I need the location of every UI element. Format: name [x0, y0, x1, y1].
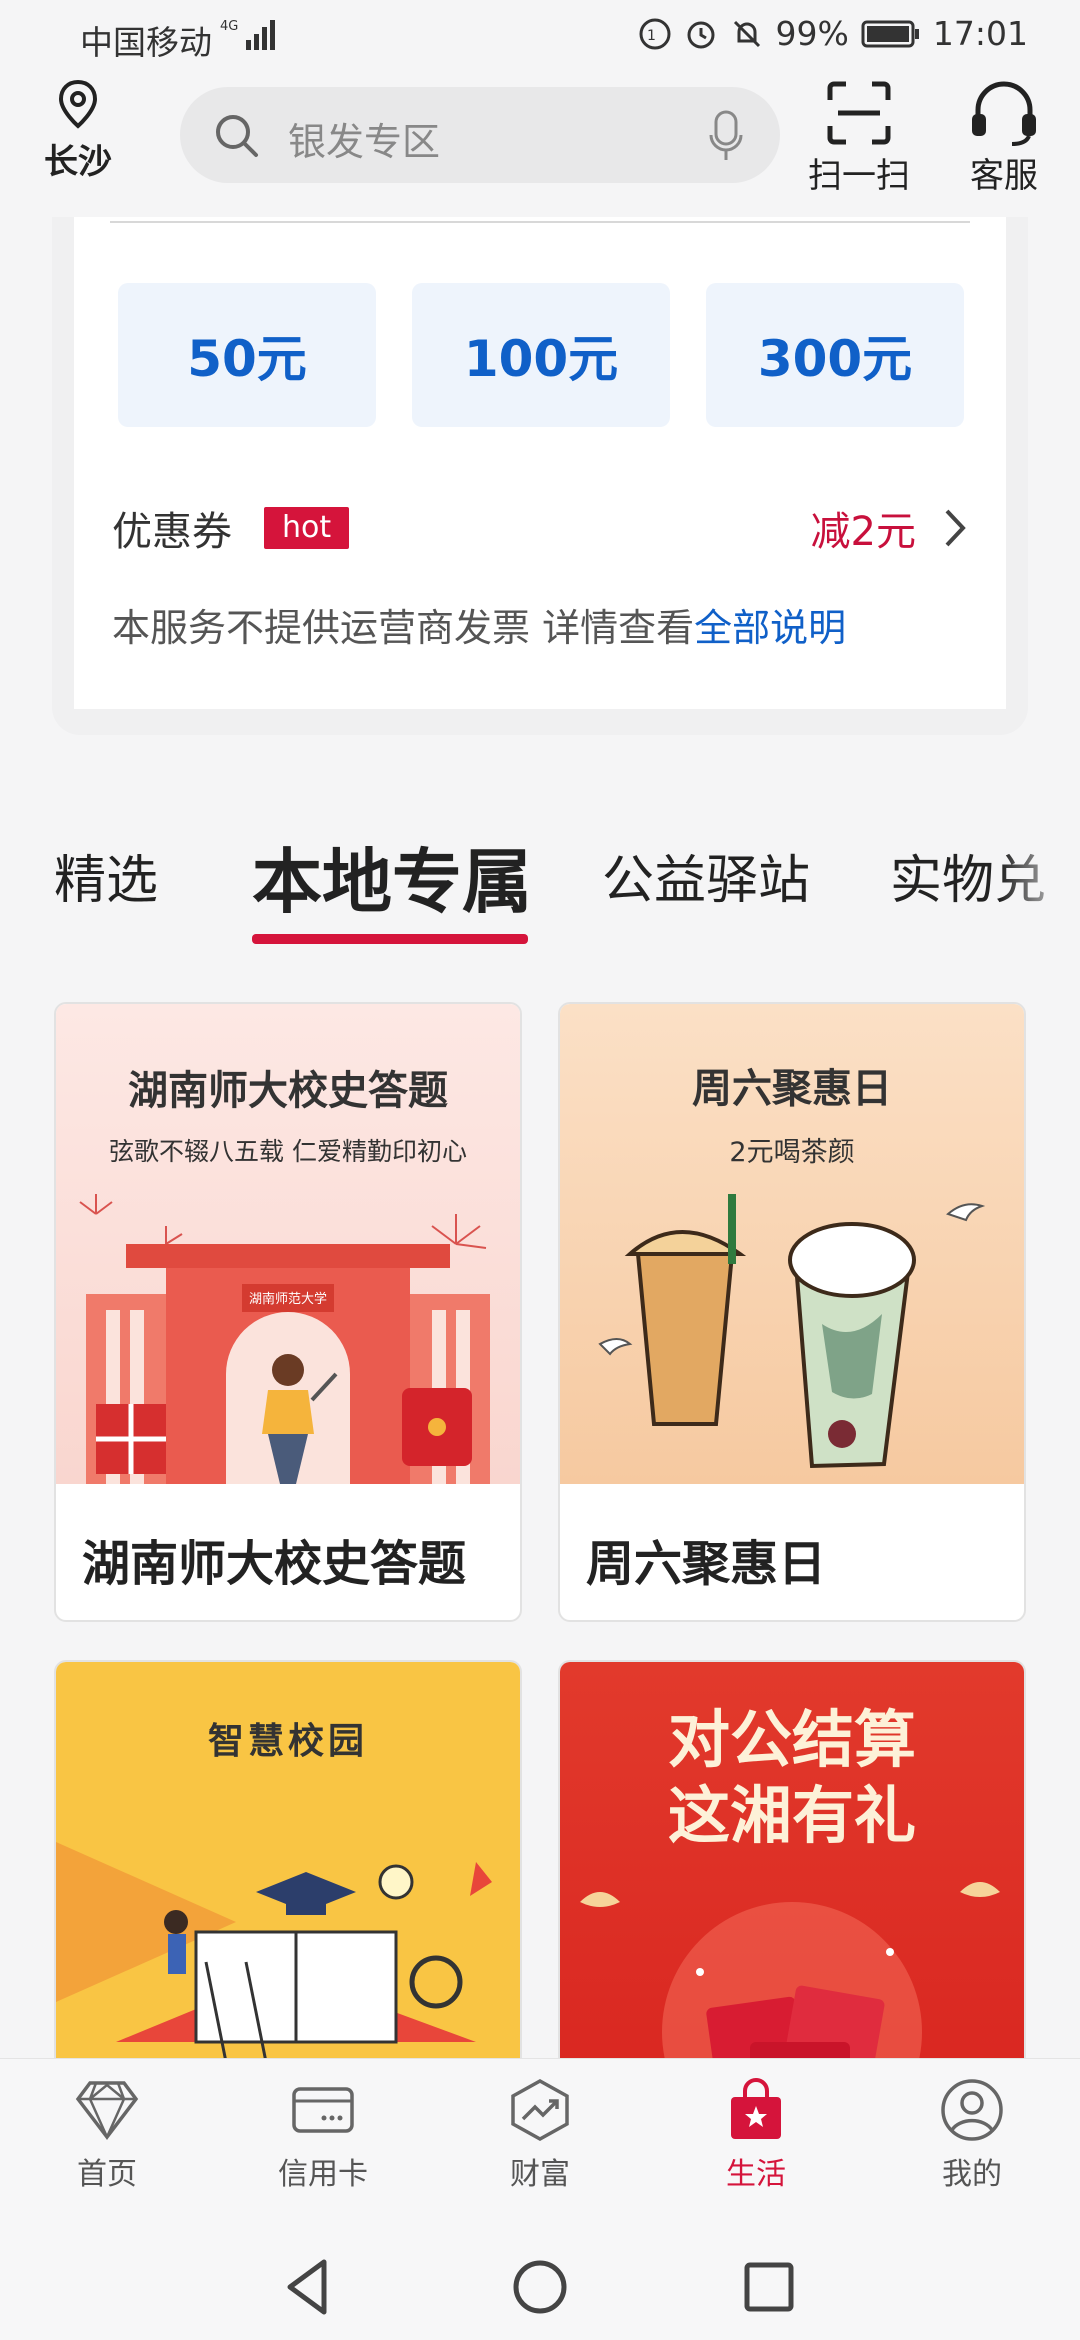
nav-home[interactable]: 首页	[32, 2077, 182, 2193]
home-circle-icon[interactable]	[505, 2252, 575, 2322]
mute-icon	[733, 20, 760, 47]
wealth-chart-icon	[511, 2078, 569, 2142]
notice-text: 本服务不提供运营商发票 详情查看	[112, 606, 695, 650]
nav-life[interactable]: 生活	[681, 2077, 831, 2193]
banner-title: 智慧校园	[207, 1721, 368, 1762]
tab-featured[interactable]: 精选	[54, 838, 158, 913]
customer-service-label: 客服	[970, 156, 1038, 196]
hot-badge: hot	[264, 507, 350, 549]
search-placeholder: 银发专区	[288, 120, 441, 164]
chevron-right-icon[interactable]	[942, 507, 968, 549]
coupon-value[interactable]: 减2元	[811, 499, 916, 557]
clock: 17:01	[932, 14, 1028, 53]
top-header: 长沙 银发专区 扫一扫 客服	[0, 72, 1080, 217]
active-tab-indicator	[252, 934, 528, 944]
nav-credit-card-label: 信用卡	[278, 2157, 368, 2192]
tab-local-exclusive[interactable]: 本地专属	[252, 826, 532, 927]
system-navigation-bar	[0, 2230, 1080, 2340]
divider	[110, 221, 970, 223]
svg-text:4G: 4G	[220, 19, 238, 34]
hnu-quiz-banner: 湖南师大校史答题 弦歌不辍八五载 仁爱精勤印初心 湖南师范大学	[56, 1004, 520, 1484]
tab-fade-overlay	[1000, 800, 1080, 960]
customer-service-button[interactable]: 客服	[954, 80, 1054, 197]
user-icon	[941, 2079, 1003, 2141]
product-name: 周六聚惠日	[586, 1536, 827, 1592]
invoice-notice: 本服务不提供运营商发票 详情查看全部说明	[112, 597, 846, 652]
nav-profile[interactable]: 我的	[897, 2077, 1047, 2193]
recent-apps-icon[interactable]	[734, 2252, 804, 2322]
product-name: 湖南师大校史答题	[82, 1536, 467, 1592]
credit-card-icon	[292, 2087, 354, 2133]
back-icon[interactable]	[274, 2252, 344, 2322]
headset-icon	[972, 81, 1036, 146]
status-bar: 中国移动 4G 1 99% 17:01	[0, 0, 1080, 72]
svg-text:湖南师范大学: 湖南师范大学	[249, 1291, 327, 1307]
nav-wealth[interactable]: 财富	[465, 2077, 615, 2193]
location-selector[interactable]: 长沙	[32, 78, 124, 183]
banner-title-line1: 对公结算	[667, 1703, 916, 1776]
product-card-saturday-deals[interactable]: 周六聚惠日 2元喝茶颜 周六聚惠日	[558, 1002, 1026, 1622]
bottom-navigation: 首页 信用卡 财富 生活 我的	[0, 2058, 1080, 2230]
alarm-icon	[687, 21, 715, 48]
banner-title: 湖南师大校史答题	[128, 1068, 448, 1114]
recharge-section: 50元 100元 300元 优惠券 hot 减2元 本服务不提供运营商发票 详情…	[52, 217, 1028, 735]
category-tabs: 精选 本地专属 公益驿站 实物兑	[0, 800, 1080, 960]
location-pin-icon	[58, 79, 98, 129]
product-card-hnu-quiz[interactable]: 湖南师大校史答题 弦歌不辍八五载 仁爱精勤印初心 湖南师范大学 湖南师大校史答题	[54, 1002, 522, 1622]
nav-credit-card[interactable]: 信用卡	[248, 2077, 398, 2193]
svg-text:1: 1	[647, 28, 656, 44]
banner-subtitle: 2元喝茶颜	[729, 1137, 855, 1168]
shopping-bag-icon	[731, 2078, 781, 2139]
scan-icon	[827, 81, 891, 145]
nav-wealth-label: 财富	[510, 2157, 570, 2192]
nav-life-label: 生活	[726, 2157, 786, 2192]
full-description-link[interactable]: 全部说明	[694, 606, 846, 650]
banner-title: 周六聚惠日	[692, 1066, 892, 1112]
battery-icon	[861, 20, 919, 47]
signal-icon: 4G	[220, 19, 275, 50]
search-input[interactable]: 银发专区	[180, 87, 780, 183]
battery-percent: 99%	[775, 14, 849, 53]
nav-profile-label: 我的	[942, 2157, 1002, 2192]
microphone-icon[interactable]	[708, 109, 744, 163]
scan-button[interactable]: 扫一扫	[800, 80, 918, 197]
scan-label: 扫一扫	[808, 156, 910, 196]
coupon-label: 优惠券	[112, 509, 232, 555]
amount-option-50[interactable]: 50元	[118, 283, 376, 427]
campus-gate-illustration: 湖南师范大学	[79, 1194, 490, 1484]
search-icon	[216, 115, 258, 157]
data-saver-icon: 1	[639, 18, 671, 49]
carrier-name: 中国移动	[80, 23, 212, 62]
diamond-icon	[75, 2081, 139, 2141]
amount-option-100[interactable]: 100元	[412, 283, 670, 427]
education-illustration	[56, 1842, 492, 2062]
tab-charity-station[interactable]: 公益驿站	[602, 838, 810, 913]
amount-option-300[interactable]: 300元	[706, 283, 964, 427]
banner-subtitle: 弦歌不辍八五载 仁爱精勤印初心	[109, 1137, 467, 1166]
nav-home-label: 首页	[77, 2157, 137, 2192]
banner-title-line2: 这湘有礼	[667, 1779, 916, 1852]
saturday-deals-banner: 周六聚惠日 2元喝茶颜	[560, 1004, 1024, 1484]
milk-tea-illustration	[598, 1194, 986, 1469]
recharge-card: 50元 100元 300元 优惠券 hot 减2元 本服务不提供运营商发票 详情…	[74, 217, 1006, 709]
location-label: 长沙	[44, 142, 112, 182]
